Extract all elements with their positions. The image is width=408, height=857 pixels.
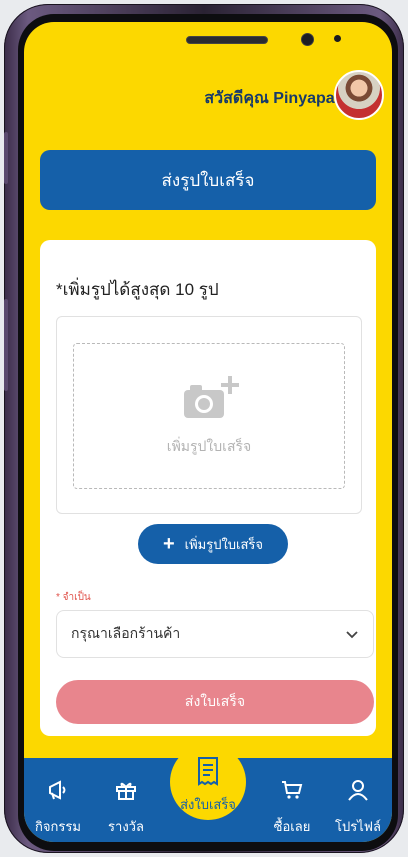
megaphone-icon: [49, 780, 66, 800]
submit-receipt-button[interactable]: ส่งใบเสร็จ: [56, 680, 374, 724]
nav-item-profile[interactable]: โปรไฟล์: [328, 758, 388, 842]
plus-icon: +: [162, 533, 175, 555]
person-icon: [348, 780, 368, 801]
gift-icon: [116, 782, 136, 800]
phone-frame: สวัสดีคุณ Pinyapat ส่งรูปใบเสร็จ *เพิ่มร…: [4, 4, 404, 853]
receipt-icon: [198, 757, 218, 786]
submit-label: ส่งใบเสร็จ: [184, 693, 246, 709]
power-button: [4, 299, 8, 391]
cart-icon: [282, 781, 303, 799]
phone-bezel: สวัสดีคุณ Pinyapat ส่งรูปใบเสร็จ *เพิ่มร…: [18, 14, 398, 851]
receipt-form-card: *เพิ่มรูปได้สูงสุด 10 รูป เพิ่มรูปใบเสร็…: [40, 240, 376, 736]
nav-label-rewards: รางวัล: [108, 819, 144, 834]
nav-item-submit-receipt[interactable]: ส่งใบเสร็จ: [170, 744, 246, 820]
max-photos-label: *เพิ่มรูปได้สูงสุด 10 รูป: [56, 280, 219, 299]
add-photo-label: เพิ่มรูปใบเสร็จ: [184, 536, 264, 552]
upload-placeholder: เพิ่มรูปใบเสร็จ: [166, 438, 252, 454]
speaker-grille: [186, 36, 268, 44]
store-select[interactable]: กรุณาเลือกร้านค้า: [56, 610, 374, 658]
page-title: ส่งรูปใบเสร็จ: [161, 170, 255, 190]
nav-item-activities[interactable]: กิจกรรม: [28, 758, 88, 842]
greeting-text: สวัสดีคุณ Pinyapat: [204, 90, 340, 107]
nav-item-rewards[interactable]: รางวัล: [96, 758, 156, 842]
page-title-card: ส่งรูปใบเสร็จ: [40, 150, 376, 210]
upload-dropzone[interactable]: เพิ่มรูปใบเสร็จ: [73, 343, 345, 489]
nav-label-profile: โปรไฟล์: [335, 819, 381, 834]
required-label: * จำเป็น: [56, 592, 91, 603]
avatar[interactable]: [334, 70, 384, 120]
volume-button: [4, 132, 8, 184]
upload-area: เพิ่มรูปใบเสร็จ: [56, 316, 362, 514]
nav-item-shop[interactable]: ซื้อเลย: [262, 758, 322, 842]
app-screen: สวัสดีคุณ Pinyapat ส่งรูปใบเสร็จ *เพิ่มร…: [24, 22, 392, 842]
chevron-down-icon: [346, 631, 358, 639]
nav-label-submit-receipt: ส่งใบเสร็จ: [180, 797, 236, 812]
add-photo-button[interactable]: + เพิ่มรูปใบเสร็จ: [138, 524, 288, 564]
camera-plus-icon: [184, 376, 239, 418]
sensor: [334, 35, 341, 42]
front-camera: [301, 33, 314, 46]
store-select-placeholder: กรุณาเลือกร้านค้า: [71, 625, 181, 641]
